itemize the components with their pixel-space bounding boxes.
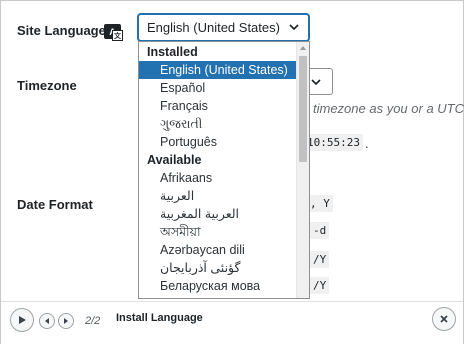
previous-button[interactable] (39, 313, 55, 329)
language-option[interactable]: گؤنئی آذربایجان (139, 259, 309, 277)
language-option[interactable]: Беларуская мова (139, 277, 309, 295)
step-title: Install Language (116, 312, 203, 324)
language-option[interactable]: Français (139, 97, 309, 115)
language-option[interactable]: ગુજરાતી (139, 115, 309, 133)
site-language-select[interactable]: English (United States) (138, 14, 309, 41)
group-installed: Installed (147, 45, 198, 59)
date-format-code: /Y (310, 251, 330, 268)
timezone-label: Timezone (17, 78, 77, 93)
language-option[interactable]: Afrikaans (139, 169, 309, 187)
language-option[interactable]: অসমীয়া (139, 223, 309, 241)
dropdown-scrollbar[interactable] (296, 42, 309, 298)
next-button[interactable] (58, 313, 74, 329)
language-option[interactable]: Português (139, 133, 309, 151)
language-option[interactable]: English (United States) (139, 61, 309, 79)
site-language-label: Site Language (17, 23, 106, 38)
universal-time-code: 10:55:23 (304, 134, 363, 151)
scroll-up-arrow-icon[interactable] (300, 46, 306, 50)
window-frame: Site Language A文 English (United States)… (0, 0, 464, 344)
playback-bar: 2/2 Install Language (1, 301, 463, 344)
time-period: . (365, 136, 369, 151)
settings-form: Site Language A文 English (United States)… (1, 1, 464, 301)
chevron-down-icon (311, 79, 321, 86)
date-format-label: Date Format (17, 197, 93, 212)
site-language-value: English (United States) (147, 20, 280, 35)
translate-icon: A文 (104, 24, 123, 41)
date-format-code: /Y (310, 277, 330, 294)
close-button[interactable] (432, 307, 456, 331)
play-button[interactable] (10, 308, 34, 332)
chevron-down-icon (289, 24, 299, 31)
timezone-hint: timezone as you or a UTC (313, 101, 464, 116)
language-option[interactable]: العربية (139, 187, 309, 205)
date-format-code: -d (310, 222, 330, 239)
date-format-code: , Y (307, 195, 333, 212)
language-option[interactable]: Azərbaycan dili (139, 241, 309, 259)
play-icon (19, 316, 26, 324)
language-option[interactable]: Español (139, 79, 309, 97)
language-dropdown-list[interactable]: Installed English (United States) Españo… (138, 41, 310, 299)
next-icon (64, 318, 68, 324)
step-counter: 2/2 (85, 315, 101, 327)
close-icon (440, 315, 448, 323)
previous-icon (45, 318, 49, 324)
language-option[interactable]: العربية المغربية (139, 205, 309, 223)
scrollbar-thumb[interactable] (299, 56, 307, 162)
group-available: Available (147, 153, 202, 167)
